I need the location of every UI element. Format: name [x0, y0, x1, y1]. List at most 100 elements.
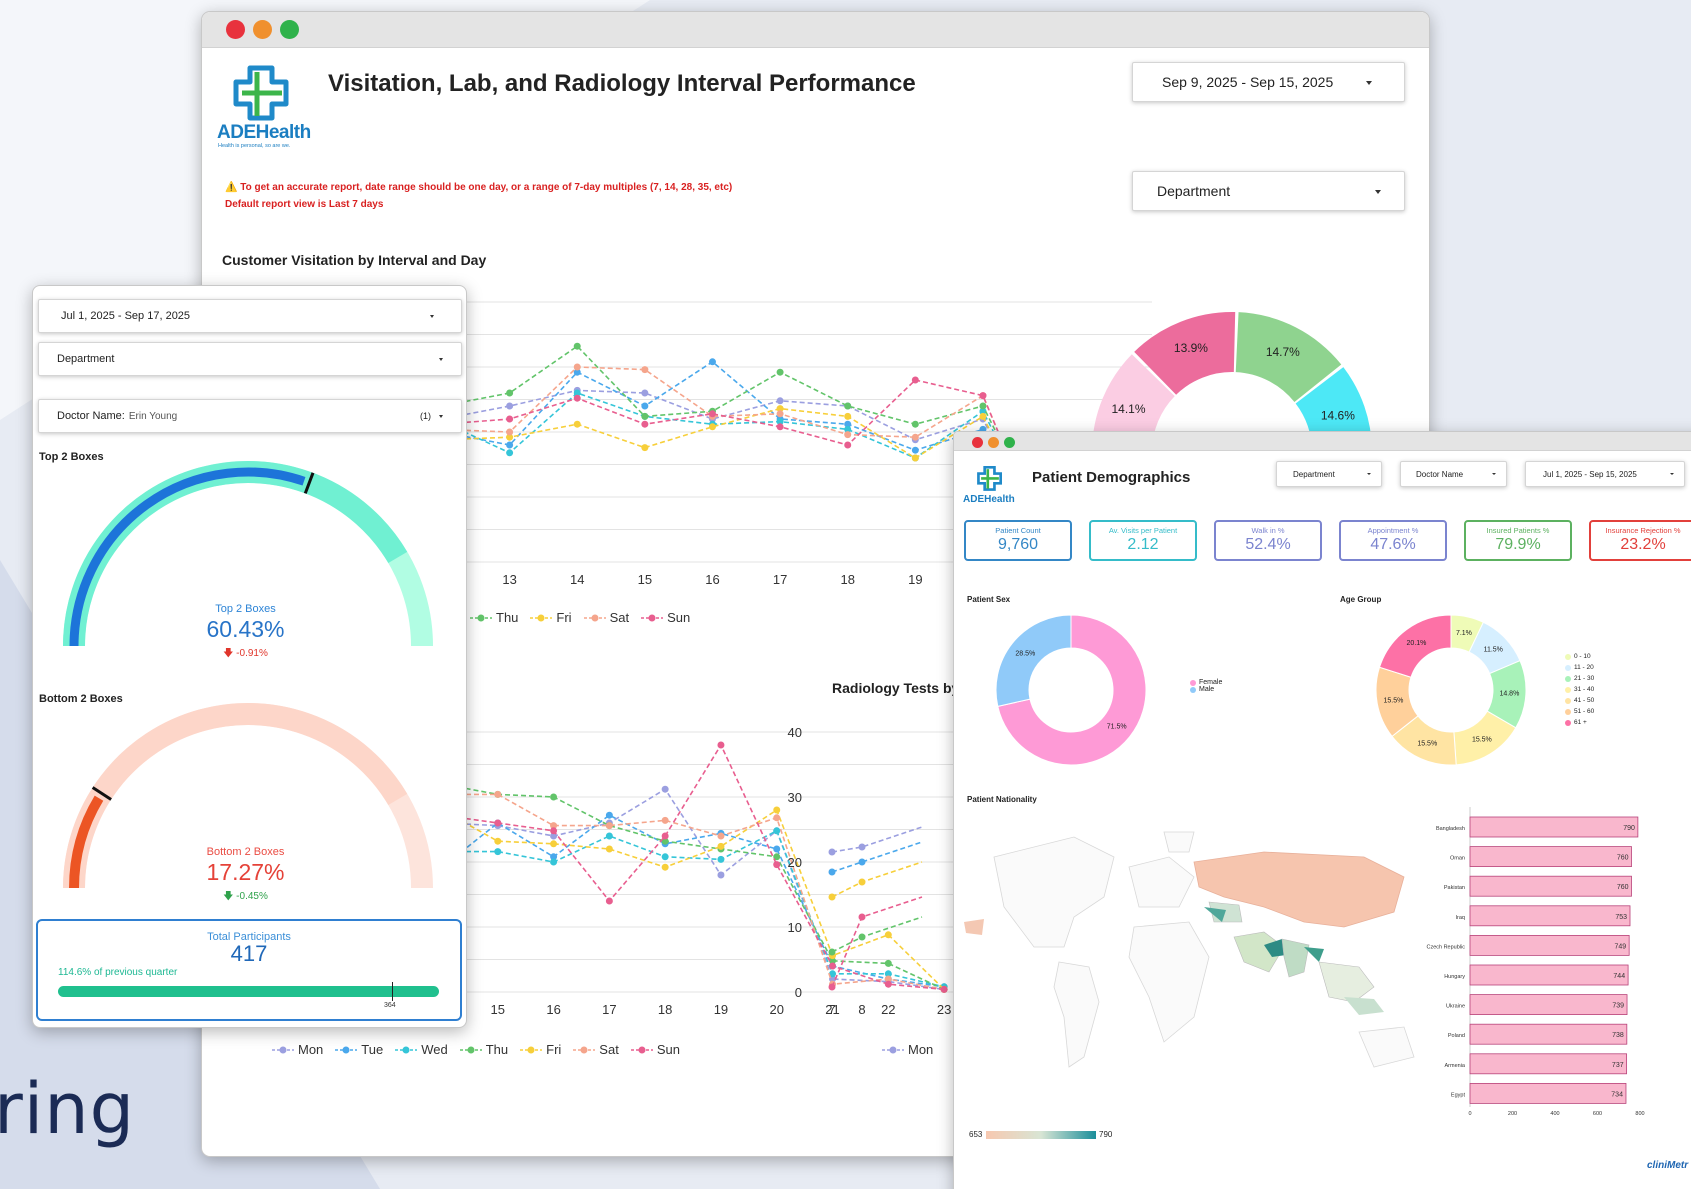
demo-department-dropdown[interactable]: Department	[1276, 461, 1382, 487]
series-point	[773, 827, 781, 835]
series-point	[717, 871, 725, 879]
top-gauge-delta: 🡇 -0.91%	[223, 648, 268, 659]
kpi-value: 52.4%	[1245, 536, 1291, 553]
minimize-dot-icon[interactable]	[253, 20, 272, 39]
survey-date-dropdown[interactable]: Jul 1, 2025 - Sep 17, 2025	[38, 299, 462, 333]
bar-category-label: Oman	[1450, 856, 1465, 862]
doctor-name-label: Doctor Name:	[57, 410, 125, 422]
legend-label: 61 +	[1574, 719, 1587, 726]
bar-value-label: 744	[1613, 973, 1625, 980]
tagline-text: ring	[0, 1068, 136, 1150]
close-dot-icon[interactable]	[226, 20, 245, 39]
donut-slice-label: 71.5%	[1107, 724, 1127, 731]
legend-item[interactable]: Mon	[272, 1042, 323, 1057]
series-point	[641, 420, 649, 428]
bar-value-label: 760	[1617, 855, 1629, 862]
legend-item[interactable]: Thu	[470, 610, 518, 625]
patient-sex-title: Patient Sex	[967, 595, 1011, 604]
series-point	[773, 845, 781, 853]
series-point	[979, 412, 987, 420]
series-point	[776, 410, 784, 418]
series-point	[828, 893, 836, 901]
close-dot-icon[interactable]	[972, 437, 983, 448]
legend-label: Female	[1199, 679, 1223, 686]
target-marker	[392, 982, 393, 1001]
chevron-down-icon	[430, 315, 434, 318]
legend-item[interactable]: 61 +	[1565, 717, 1594, 728]
kpi-card: Patient Count 9,760	[964, 520, 1072, 561]
legend-item[interactable]: 31 - 40	[1565, 684, 1594, 695]
kpi-label: Patient Count	[995, 526, 1041, 535]
map-color-scale	[986, 1131, 1096, 1139]
report-warning: ⚠️ To get an accurate report, date range…	[225, 182, 733, 193]
series-point	[661, 853, 669, 861]
legend-line-icon	[335, 1046, 358, 1053]
demo-doctor-value: Doctor Name	[1416, 469, 1464, 479]
legend-item[interactable]: Mon	[882, 1042, 933, 1057]
radiology-chart-title: Radiology Tests by	[832, 680, 960, 696]
survey-department-value: Department	[57, 353, 115, 365]
target-value: 364	[384, 1002, 396, 1009]
legend-item[interactable]: 11 - 20	[1565, 662, 1594, 673]
logo-text: ADEHealth	[217, 122, 311, 143]
legend-item[interactable]: Female	[1190, 679, 1222, 686]
bar	[1469, 964, 1629, 986]
department-dropdown[interactable]: Department	[1132, 171, 1405, 211]
legend-item[interactable]: Thu	[459, 1042, 508, 1057]
visitation-chart-title: Customer Visitation by Interval and Day	[222, 252, 487, 268]
legend-item[interactable]: Tue	[335, 1042, 383, 1057]
age-group-title: Age Group	[1340, 595, 1382, 604]
series-point	[911, 376, 919, 384]
series-point	[506, 389, 514, 397]
legend-line-icon	[583, 614, 606, 621]
legend-label: 31 - 40	[1574, 686, 1595, 693]
legend-line-icon	[882, 1046, 904, 1053]
x-tick-label: 13	[502, 572, 516, 587]
legend-item[interactable]: Sat	[583, 610, 629, 625]
legend-item[interactable]: Fri	[530, 610, 572, 625]
legend-item[interactable]: Fri	[520, 1042, 561, 1057]
legend-item[interactable]: 51 - 60	[1565, 706, 1594, 717]
legend-item[interactable]: Sun	[641, 610, 690, 625]
minimize-dot-icon[interactable]	[988, 437, 999, 448]
legend-item[interactable]: Wed	[395, 1042, 448, 1057]
bar	[1469, 934, 1630, 956]
age-group-donut-chart: 7.1% 11.5% 14.8% 15.5% 15.5% 15.5% 20.1%	[1375, 614, 1527, 766]
demo-date-dropdown[interactable]: Jul 1, 2025 - Sep 15, 2025	[1525, 461, 1685, 487]
kpi-label: Appointment %	[1367, 526, 1419, 535]
series-point	[641, 412, 649, 420]
total-participants-value: 417	[230, 941, 268, 966]
doctor-name-dropdown[interactable]: Doctor Name: Erin Young (1)	[38, 399, 462, 433]
legend-label: Sun	[656, 1042, 680, 1057]
total-participants-card: Total Participants 417 114.6% of previou…	[36, 919, 462, 1021]
legend-label: Tue	[361, 1042, 384, 1057]
series-point	[605, 822, 613, 830]
legend-item[interactable]: 0 - 10	[1565, 651, 1594, 662]
series-point	[506, 428, 514, 436]
maximize-dot-icon[interactable]	[1004, 437, 1015, 448]
maximize-dot-icon[interactable]	[280, 20, 299, 39]
series-point	[494, 837, 502, 845]
legend-label: Sat	[599, 1042, 619, 1057]
donut-slice-label: 11.5%	[1484, 647, 1503, 654]
series-point	[844, 402, 852, 410]
patient-nationality-title: Patient Nationality	[967, 795, 1037, 804]
legend-swatch	[1565, 708, 1571, 715]
legend-swatch	[1565, 653, 1571, 660]
legend-item[interactable]: Male	[1190, 686, 1222, 693]
demo-date-value: Jul 1, 2025 - Sep 15, 2025	[1543, 469, 1637, 479]
legend-item[interactable]: Sat	[573, 1042, 619, 1057]
date-range-dropdown[interactable]: Sep 9, 2025 - Sep 15, 2025	[1132, 62, 1405, 102]
legend-item[interactable]: Sun	[630, 1042, 680, 1057]
series-point	[605, 811, 613, 819]
series-point	[858, 858, 866, 866]
series-point	[550, 840, 558, 848]
legend-item[interactable]: 21 - 30	[1565, 673, 1594, 684]
series-point	[844, 412, 852, 420]
series-point	[605, 845, 613, 853]
legend-item[interactable]: 41 - 50	[1565, 695, 1594, 706]
demo-doctor-dropdown[interactable]: Doctor Name	[1400, 461, 1507, 487]
survey-department-dropdown[interactable]: Department	[38, 342, 462, 376]
donut-slice-label: 15.5%	[1384, 697, 1404, 704]
chevron-down-icon	[1670, 473, 1674, 475]
